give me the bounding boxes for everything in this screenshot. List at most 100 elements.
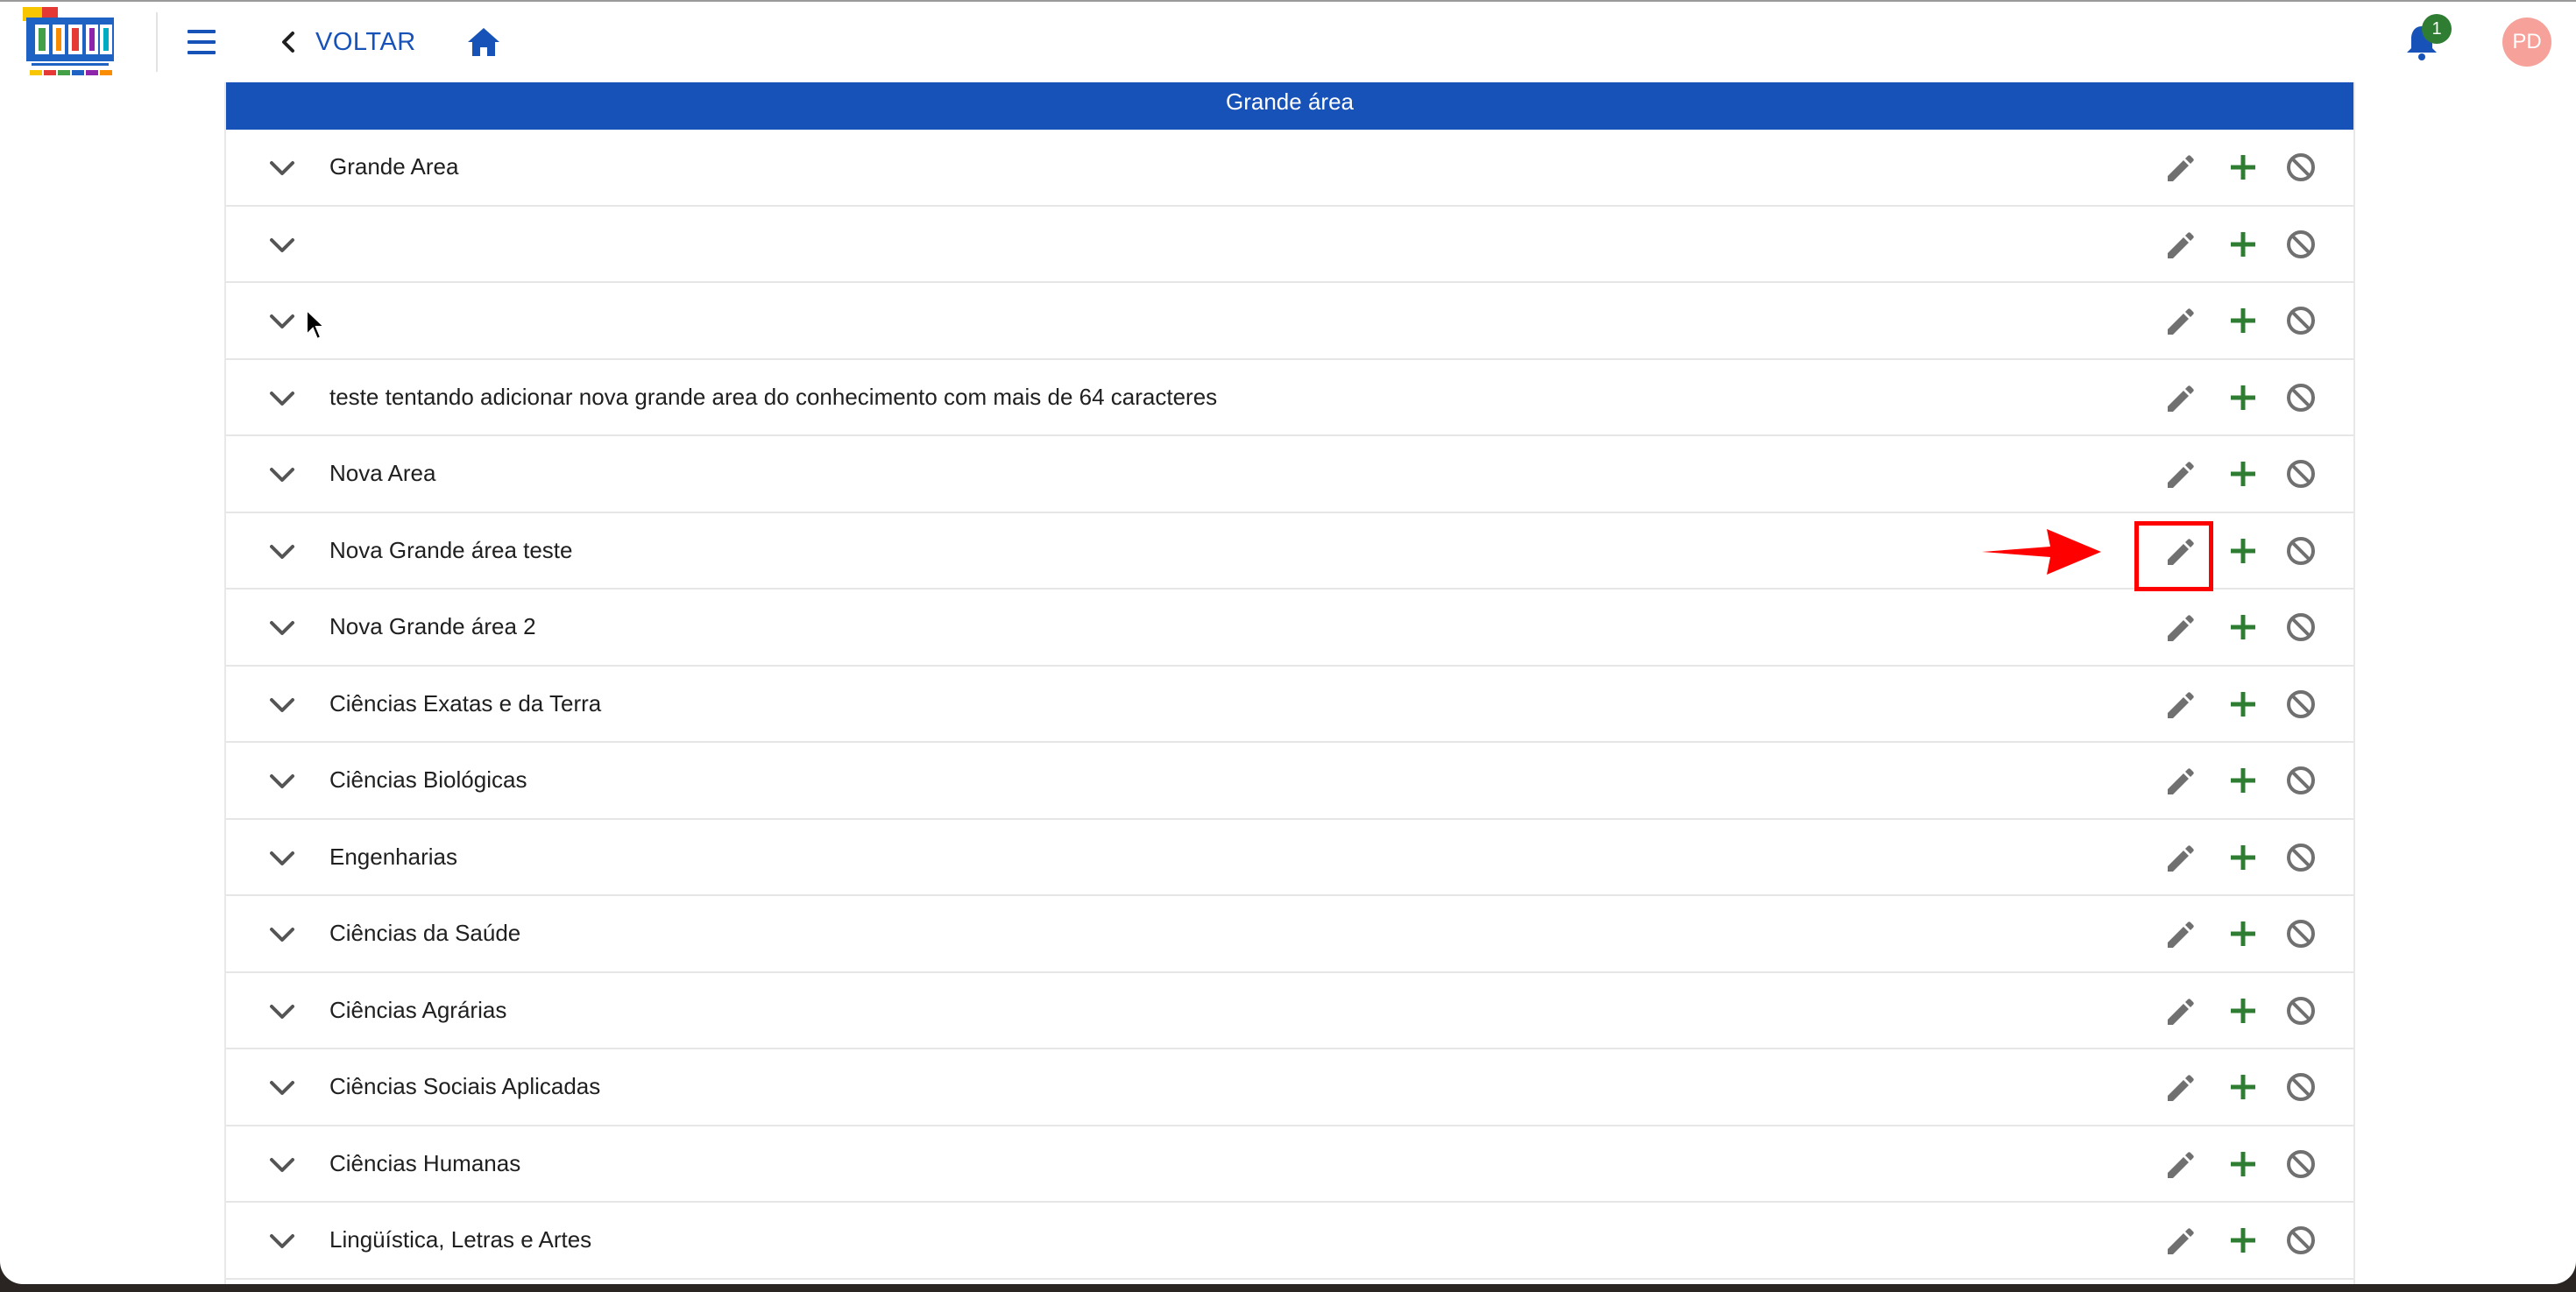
expand-button[interactable] [265,766,300,795]
expand-button[interactable] [265,612,300,642]
chevron-down-icon [270,391,294,406]
grande-area-panel: Grande área Grande Area teste tentando ad… [224,47,2355,1284]
edit-button[interactable] [2161,455,2199,493]
menu-icon [188,30,216,54]
add-button[interactable] [2224,532,2262,570]
edit-button[interactable] [2161,225,2199,264]
block-button[interactable] [2282,1068,2320,1106]
add-button[interactable] [2224,378,2262,417]
chevron-down-icon [270,851,294,865]
add-icon [2231,385,2255,410]
edit-button[interactable] [2161,761,2199,800]
block-button[interactable] [2282,838,2320,877]
area-name: Ciências Humanas [329,1149,521,1176]
expand-button[interactable] [265,689,300,719]
chevron-down-icon [270,774,294,788]
add-icon [2231,844,2255,870]
menu-button[interactable] [184,25,223,60]
expand-button[interactable] [265,229,300,259]
add-icon [2231,231,2255,257]
edit-button[interactable] [2161,1221,2199,1260]
block-button[interactable] [2282,992,2320,1030]
list-item: Ciências Biológicas [226,743,2353,820]
edit-button[interactable] [2161,992,2199,1030]
expand-button[interactable] [265,152,300,182]
area-name: Ciências Exatas e da Terra [329,689,602,717]
expand-button[interactable] [265,1225,300,1255]
expand-button[interactable] [265,919,300,949]
chevron-down-icon [270,1157,294,1172]
block-button[interactable] [2282,378,2320,417]
edit-button[interactable] [2161,838,2199,877]
block-button[interactable] [2282,685,2320,724]
expand-button[interactable] [265,306,300,335]
block-button[interactable] [2282,455,2320,493]
chevron-down-icon [270,544,294,559]
edit-button[interactable] [2161,914,2199,953]
add-button[interactable] [2224,914,2262,953]
block-button[interactable] [2282,608,2320,646]
mouse-cursor-icon [305,307,327,342]
add-button[interactable] [2224,455,2262,493]
edit-button[interactable] [2161,1068,2199,1106]
block-button[interactable] [2282,225,2320,264]
add-button[interactable] [2224,685,2262,724]
block-button[interactable] [2282,532,2320,570]
list-item: Grande Area [226,130,2353,207]
edit-icon [2168,462,2194,488]
notification-badge: 1 [2422,14,2452,44]
add-button[interactable] [2224,838,2262,877]
edit-button[interactable] [2161,608,2199,646]
desktop-background [0,1284,2576,1292]
topbar-divider [156,12,158,72]
area-name: Lingüística, Letras e Artes [329,1226,592,1253]
add-button[interactable] [2224,1145,2262,1183]
expand-button[interactable] [265,1149,300,1179]
home-icon [468,28,499,56]
expand-button[interactable] [265,1072,300,1102]
block-button[interactable] [2282,1145,2320,1183]
edit-icon [2168,308,2194,335]
list-item: teste tentando adicionar nova grande are… [226,360,2353,436]
add-button[interactable] [2224,1221,2262,1260]
expand-button[interactable] [265,383,300,413]
edit-icon [2168,844,2194,872]
block-icon [2287,843,2315,872]
list-item: Ciências Agrárias [226,973,2353,1049]
add-button[interactable] [2224,761,2262,800]
edit-button[interactable] [2161,1145,2199,1183]
home-button[interactable] [464,25,503,60]
chevron-down-icon [270,161,294,175]
block-icon [2287,460,2315,488]
add-button[interactable] [2224,301,2262,340]
area-name: Ciências da Saúde [329,920,521,946]
add-button[interactable] [2224,148,2262,187]
area-name: Engenharias [329,843,457,870]
block-button[interactable] [2282,148,2320,187]
back-button[interactable]: VOLTAR [277,19,416,65]
expand-button[interactable] [265,996,300,1026]
edit-button[interactable] [2161,685,2199,724]
expand-button[interactable] [265,536,300,566]
user-avatar[interactable]: PD [2502,18,2551,67]
block-button[interactable] [2282,761,2320,800]
edit-icon [2168,1228,2194,1254]
edit-icon [2168,691,2194,718]
expand-button[interactable] [265,459,300,489]
add-button[interactable] [2224,992,2262,1030]
edit-button[interactable] [2161,301,2199,340]
block-button[interactable] [2282,1221,2320,1260]
add-button[interactable] [2224,1068,2262,1106]
expand-button[interactable] [265,843,300,872]
edit-icon [2168,921,2194,948]
back-label: VOLTAR [315,27,416,56]
edit-button[interactable] [2161,148,2199,187]
add-icon [2231,921,2255,946]
add-button[interactable] [2224,225,2262,264]
chevron-left-icon [282,32,294,53]
add-button[interactable] [2224,608,2262,646]
edit-button[interactable] [2161,378,2199,417]
block-button[interactable] [2282,914,2320,953]
block-button[interactable] [2282,301,2320,340]
eldes-logo [23,7,117,79]
